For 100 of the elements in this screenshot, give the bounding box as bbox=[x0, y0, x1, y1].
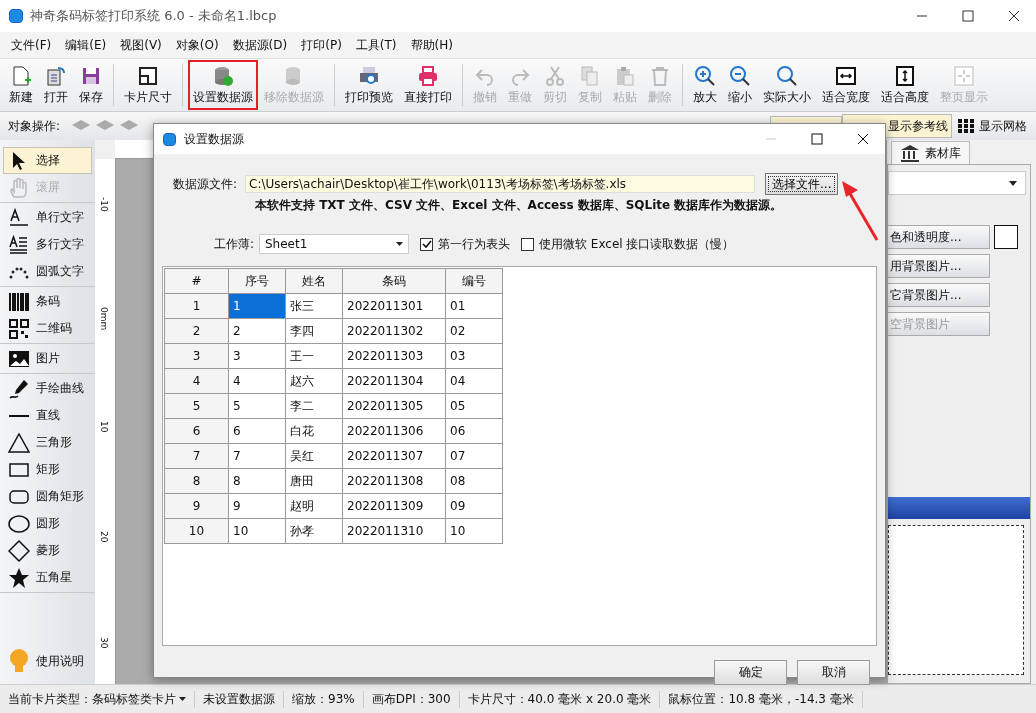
status-item[interactable]: 当前卡片类型：条码标签类卡片 bbox=[0, 690, 195, 708]
toolbar-button[interactable]: 放大 bbox=[688, 60, 722, 110]
table-cell[interactable]: 01 bbox=[445, 293, 503, 319]
column-header[interactable]: 条码 bbox=[342, 268, 446, 294]
table-cell[interactable]: 4 bbox=[228, 368, 286, 394]
panel-button[interactable]: 它背景图片... bbox=[888, 283, 990, 307]
table-cell[interactable]: 2022011309 bbox=[342, 493, 446, 519]
row-header[interactable]: 9 bbox=[164, 493, 229, 519]
table-cell[interactable]: 张三 bbox=[285, 293, 343, 319]
table-cell[interactable]: 吴红 bbox=[285, 443, 343, 469]
table-cell[interactable]: 赵明 bbox=[285, 493, 343, 519]
toolbar-button[interactable]: 适合宽度 bbox=[817, 60, 875, 110]
toolbar-button[interactable]: 卡片尺寸 bbox=[119, 60, 177, 110]
row-header[interactable]: 4 bbox=[164, 368, 229, 394]
maximize-icon[interactable] bbox=[962, 10, 974, 22]
panel-button[interactable]: 色和透明度... bbox=[888, 225, 990, 249]
table-cell[interactable]: 白花 bbox=[285, 418, 343, 444]
ok-button[interactable]: 确定 bbox=[714, 660, 787, 685]
library-tab[interactable]: 素材库 bbox=[891, 141, 970, 164]
table-cell[interactable]: 2022011303 bbox=[342, 343, 446, 369]
menu-item[interactable]: 文件(F) bbox=[4, 36, 59, 54]
toolbar-button[interactable]: 实际大小 bbox=[758, 60, 816, 110]
row-header[interactable]: 8 bbox=[164, 468, 229, 494]
tool-button[interactable]: 图片 bbox=[3, 345, 92, 372]
table-cell[interactable]: 2022011304 bbox=[342, 368, 446, 394]
table-cell[interactable]: 2022011301 bbox=[342, 293, 446, 319]
close-icon[interactable] bbox=[1008, 10, 1020, 22]
file-path-field[interactable]: C:\Users\achair\Desktop\崔工作\work\0113\考场标签\考场标签.xls bbox=[245, 175, 755, 193]
toolbar-button[interactable]: 设置数据源 bbox=[188, 60, 258, 110]
tool-button[interactable]: 选择 bbox=[3, 147, 92, 174]
table-cell[interactable]: 2022011306 bbox=[342, 418, 446, 444]
checkbox-label[interactable]: 第一行为表头 bbox=[438, 235, 510, 253]
table-cell[interactable]: 7 bbox=[228, 443, 286, 469]
table-cell[interactable]: 06 bbox=[445, 418, 503, 444]
toolbar-button[interactable]: 适合高度 bbox=[876, 60, 934, 110]
tool-button[interactable]: 直线 bbox=[3, 402, 92, 429]
maximize-icon[interactable] bbox=[811, 133, 823, 145]
toolbar-button[interactable]: 打印预览 bbox=[340, 60, 398, 110]
menu-item[interactable]: 打印(P) bbox=[294, 36, 349, 54]
table-cell[interactable]: 2022011305 bbox=[342, 393, 446, 419]
toolbar-button[interactable]: 缩小 bbox=[723, 60, 757, 110]
help-button[interactable]: 使用说明 bbox=[3, 644, 92, 678]
row-header[interactable]: 1 bbox=[164, 293, 229, 319]
tool-button[interactable]: 圆角矩形 bbox=[3, 483, 92, 510]
table-cell[interactable]: 08 bbox=[445, 468, 503, 494]
cancel-button[interactable]: 取消 bbox=[797, 660, 870, 685]
table-cell[interactable]: 孙孝 bbox=[285, 518, 343, 544]
toolbar-button[interactable]: 新建 bbox=[4, 60, 38, 110]
menu-item[interactable]: 编辑(E) bbox=[58, 36, 114, 54]
table-cell[interactable]: 10 bbox=[445, 518, 503, 544]
menu-item[interactable]: 帮助(H) bbox=[403, 36, 460, 54]
table-cell[interactable]: 3 bbox=[228, 343, 286, 369]
color-swatch[interactable] bbox=[994, 225, 1018, 249]
row-header[interactable]: 7 bbox=[164, 443, 229, 469]
table-cell[interactable]: 9 bbox=[228, 493, 286, 519]
table-cell[interactable]: 2022011307 bbox=[342, 443, 446, 469]
tool-button[interactable]: 条码 bbox=[3, 288, 92, 315]
checkbox[interactable] bbox=[521, 237, 534, 251]
table-cell[interactable]: 赵六 bbox=[285, 368, 343, 394]
toolbar-button[interactable]: 打开 bbox=[39, 60, 73, 110]
tool-button[interactable]: 五角星 bbox=[3, 564, 92, 591]
close-icon[interactable] bbox=[857, 133, 869, 145]
table-cell[interactable]: 6 bbox=[228, 418, 286, 444]
table-cell[interactable]: 唐田 bbox=[285, 468, 343, 494]
row-header[interactable]: 5 bbox=[164, 393, 229, 419]
panel-button[interactable]: 用背景图片... bbox=[888, 254, 990, 278]
row-header[interactable]: 2 bbox=[164, 318, 229, 344]
table-cell[interactable]: 5 bbox=[228, 393, 286, 419]
table-cell[interactable]: 07 bbox=[445, 443, 503, 469]
column-header[interactable]: 编号 bbox=[445, 268, 503, 294]
table-cell[interactable]: 10 bbox=[228, 518, 286, 544]
checkbox-label[interactable]: 使用微软 Excel 接口读取数据（慢） bbox=[539, 235, 735, 253]
menu-item[interactable]: 视图(V) bbox=[113, 36, 169, 54]
table-cell[interactable]: 王一 bbox=[285, 343, 343, 369]
menu-item[interactable]: 对象(O) bbox=[168, 36, 226, 54]
table-cell[interactable]: 04 bbox=[445, 368, 503, 394]
tool-button[interactable]: 二维码 bbox=[3, 315, 92, 342]
tool-button[interactable]: 单行文字 bbox=[3, 204, 92, 231]
menu-item[interactable]: 数据源(D) bbox=[225, 36, 295, 54]
column-header[interactable]: 序号 bbox=[228, 268, 286, 294]
column-header[interactable]: # bbox=[164, 268, 229, 294]
tool-button[interactable]: 菱形 bbox=[3, 537, 92, 564]
table-cell[interactable]: 2022011310 bbox=[342, 518, 446, 544]
table-cell[interactable]: 2 bbox=[228, 318, 286, 344]
browse-button[interactable]: 选择文件... bbox=[765, 173, 839, 195]
table-cell[interactable]: 2022011308 bbox=[342, 468, 446, 494]
tool-button[interactable]: 圆弧文字 bbox=[3, 258, 92, 285]
row-header[interactable]: 10 bbox=[164, 518, 229, 544]
tool-button[interactable]: 多行文字 bbox=[3, 231, 92, 258]
table-cell[interactable]: 09 bbox=[445, 493, 503, 519]
tool-button[interactable]: 手绘曲线 bbox=[3, 375, 92, 402]
table-cell[interactable]: 02 bbox=[445, 318, 503, 344]
column-header[interactable]: 姓名 bbox=[285, 268, 343, 294]
tool-button[interactable]: 矩形 bbox=[3, 456, 92, 483]
table-cell[interactable]: 2022011302 bbox=[342, 318, 446, 344]
toolbar-button[interactable]: 直接打印 bbox=[399, 60, 457, 110]
table-cell[interactable]: 03 bbox=[445, 343, 503, 369]
table-cell[interactable]: 李四 bbox=[285, 318, 343, 344]
table-cell[interactable]: 05 bbox=[445, 393, 503, 419]
toolbar-button[interactable]: 保存 bbox=[74, 60, 108, 110]
